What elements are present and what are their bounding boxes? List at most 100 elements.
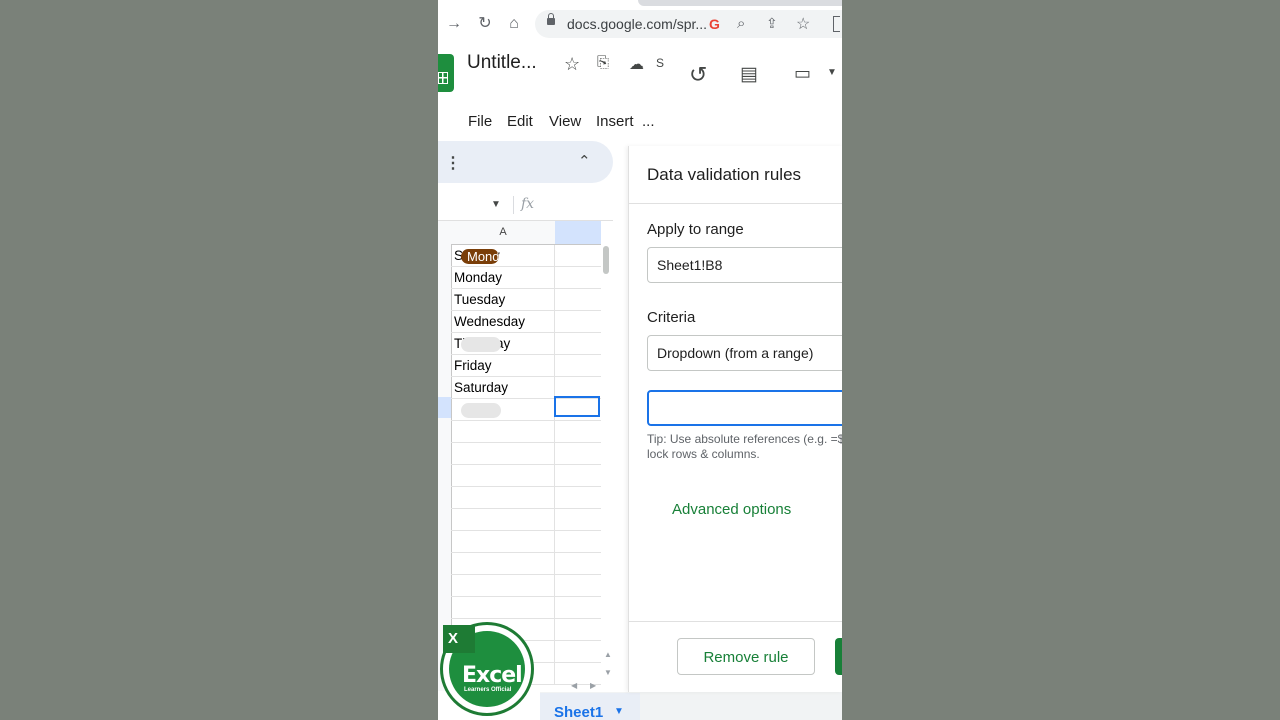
table-row[interactable]: Tuesday [451,289,601,311]
table-row[interactable] [451,553,601,575]
sheet-tab[interactable]: Sheet1 ▼ [540,693,640,720]
criteria-select[interactable]: Dropdown (from a range) [647,335,842,371]
cell-a2[interactable]: Monday [451,267,555,288]
panel-title: Data validation rules [647,165,802,184]
dropdown-chip[interactable]: Monday [461,249,499,264]
version-history-icon[interactable]: ↺ [689,62,707,88]
row-8-header-selected[interactable] [438,397,451,418]
formula-divider [513,196,514,214]
scroll-up-icon[interactable]: ▲ [604,650,612,659]
range-source-input[interactable] [647,390,842,426]
meet-icon[interactable]: ▭ [794,63,811,84]
remove-rule-button[interactable]: Remove rule [677,638,815,675]
table-row[interactable]: Friday [451,355,601,377]
table-row[interactable] [451,443,601,465]
vertical-scrollbar[interactable] [603,246,609,274]
advanced-options-link[interactable]: Advanced options [672,501,791,518]
table-row[interactable] [451,465,601,487]
table-row[interactable]: Monday [451,267,601,289]
chevron-up-icon[interactable]: ⌃ [578,152,591,170]
fx-icon: fx [521,196,535,212]
dropdown-chip-empty[interactable] [461,403,501,418]
comments-icon[interactable]: ▤ [740,63,758,86]
cell-a[interactable] [451,443,555,464]
cell-a7[interactable]: Saturday [451,377,555,398]
sidepanel-icon[interactable] [833,16,840,32]
url-text[interactable]: docs.google.com/spr... [567,16,707,32]
cell-a[interactable] [451,465,555,486]
menu-more[interactable]: ... [642,113,655,130]
sheet-tab-label[interactable]: Sheet1 [554,704,603,720]
more-vert-icon[interactable]: ⋮ [445,153,461,173]
table-row[interactable] [451,531,601,553]
cell-a3[interactable]: Tuesday [451,289,555,310]
dropdown-chip-empty[interactable] [461,337,501,352]
star-icon[interactable]: ☆ [796,14,810,34]
cell-a[interactable] [451,421,555,442]
tip-line-1: Tip: Use absolute references (e.g. =$ [647,432,842,446]
sheet-tab-dropdown-icon[interactable]: ▼ [614,706,624,717]
cloud-status-icon[interactable]: ☁ [629,55,644,73]
logo-tagline: Learners Official [464,687,512,693]
cell-a[interactable] [451,575,555,596]
criteria-label: Criteria [647,309,696,326]
tip-text: Tip: Use absolute references (e.g. =$ lo… [647,432,842,462]
table-row[interactable] [451,421,601,443]
cell-a[interactable] [451,509,555,530]
meet-dropdown-icon[interactable]: ▼ [827,67,837,78]
cell-a6[interactable]: Friday [451,355,555,376]
tip-line-2: lock rows & columns. [647,447,760,461]
panel-divider [629,203,842,204]
move-folder-icon[interactable]: ⎘ [597,54,609,71]
zoom-icon[interactable]: ⌕ [737,15,745,32]
star-doc-icon[interactable]: ☆ [564,54,580,75]
table-row[interactable] [451,487,601,509]
cell-a4[interactable]: Wednesday [451,311,555,332]
logo-name: Excel [462,663,523,688]
table-row[interactable] [451,575,601,597]
share-icon[interactable]: ⇪ [766,15,778,32]
table-row[interactable]: Sunday Monday [451,245,601,267]
menu-insert[interactable]: Insert [596,113,634,130]
name-box-dropdown-icon[interactable]: ▼ [491,199,501,210]
google-icon[interactable]: G [709,16,720,32]
forward-icon[interactable]: → [444,14,464,34]
selected-cell-b8[interactable] [554,396,600,417]
browser-toolbar: → ↻ ⌂ docs.google.com/spr... G ⌕ ⇪ ☆ [438,6,842,42]
home-icon[interactable]: ⌂ [504,14,524,34]
column-a-header[interactable]: A [451,221,556,245]
table-row[interactable] [451,509,601,531]
menu-edit[interactable]: Edit [507,113,533,130]
cell-a[interactable] [451,487,555,508]
table-row[interactable]: Thursday [451,333,601,355]
footer-divider [629,621,842,622]
scroll-down-icon[interactable]: ▼ [604,668,612,677]
menu-file[interactable]: File [468,113,492,130]
toolbar: ⋮ ⌃ [438,141,613,183]
excel-x-icon: X [443,625,475,653]
table-row[interactable]: Wednesday [451,311,601,333]
column-b-header[interactable] [555,221,601,245]
excel-learners-logo: Excel Learners Official X [440,622,534,716]
scroll-right-icon[interactable]: ▶ [590,681,596,690]
spreadsheet-grid[interactable]: A Sunday Monday Monday Tuesday Wednesday… [438,221,601,691]
apply-range-input[interactable]: Sheet1!B8 [647,247,842,283]
cell-a[interactable] [451,553,555,574]
scroll-left-icon[interactable]: ◀ [571,681,577,690]
address-bar[interactable]: docs.google.com/spr... G ⌕ ⇪ ☆ [535,10,842,38]
saving-status: S [656,56,665,70]
apply-range-label: Apply to range [647,221,744,238]
app-window: → ↻ ⌂ docs.google.com/spr... G ⌕ ⇪ ☆ Unt… [438,0,842,720]
sheets-logo-icon[interactable] [438,54,454,92]
menu-view[interactable]: View [549,113,581,130]
document-title[interactable]: Untitle... [467,52,537,74]
table-row[interactable] [451,597,601,619]
done-button[interactable] [835,638,842,675]
row-headers[interactable] [438,221,452,691]
formula-bar: ▼ fx [438,190,613,221]
data-validation-panel: Data validation rules Apply to range She… [628,146,842,692]
reload-icon[interactable]: ↻ [475,14,495,34]
cell-a[interactable] [451,597,555,618]
cell-a[interactable] [451,531,555,552]
lock-icon [547,13,555,25]
